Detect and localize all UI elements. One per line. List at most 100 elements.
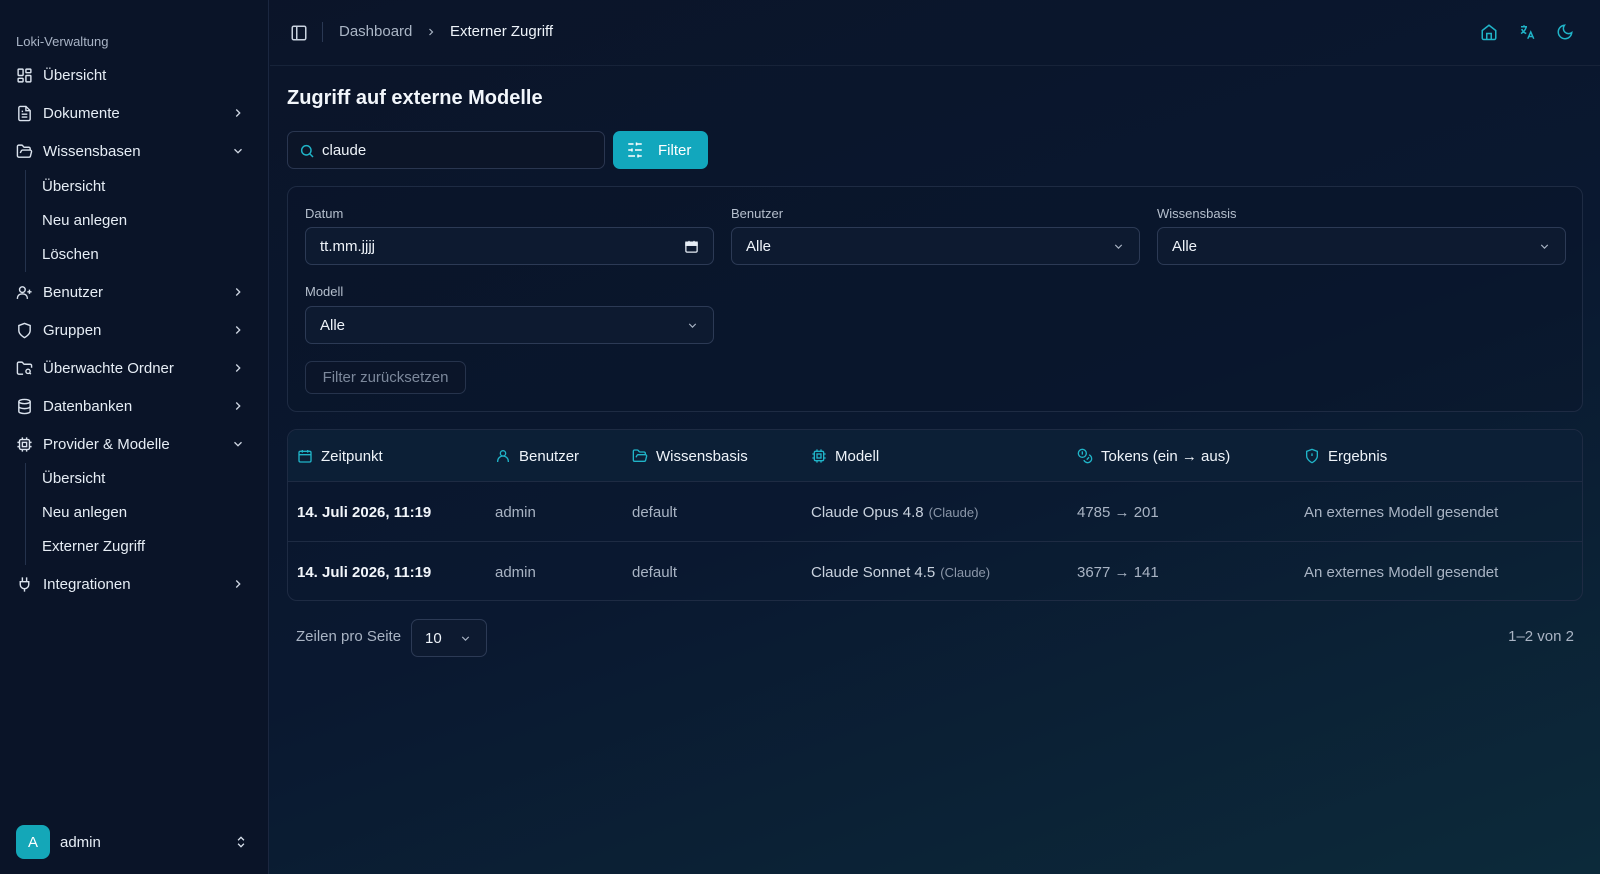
chevron-down-icon xyxy=(688,323,697,328)
column-tokens[interactable]: Tokens (ein → aus) xyxy=(1077,430,1230,482)
sidebar-item-label: Provider & Modelle xyxy=(43,435,170,453)
filter-panel: Datum tt.mm.jjjj Benutzer Alle Wissensba… xyxy=(287,186,1583,412)
topbar-divider xyxy=(322,22,323,42)
rows-per-page-value: 10 xyxy=(425,629,442,647)
filter-button-label: Filter xyxy=(658,141,692,159)
sidebar-item-benutzer[interactable]: Benutzer xyxy=(8,276,253,308)
filter-button[interactable]: Filter xyxy=(613,131,708,169)
submenu-line xyxy=(25,170,26,272)
submenu-line xyxy=(25,463,26,565)
sidebar-group-label: Loki-Verwaltung xyxy=(16,34,109,49)
sidebar: Loki-Verwaltung Übersicht Dokumente Wiss… xyxy=(0,0,269,874)
sidebar-item-uebersicht[interactable]: Übersicht xyxy=(8,59,253,91)
benutzer-label: Benutzer xyxy=(731,206,784,221)
page-title: Zugriff auf externe Modelle xyxy=(287,87,543,109)
folder-open-icon xyxy=(16,143,33,158)
submenu-item-neu-anlegen[interactable]: Neu anlegen xyxy=(42,498,127,526)
sidebar-item-label: Wissensbasen xyxy=(43,142,141,160)
submenu-item-uebersicht[interactable]: Übersicht xyxy=(42,464,105,492)
breadcrumb-dashboard[interactable]: Dashboard xyxy=(339,23,412,40)
cell-modell: Claude Opus 4.8 (Claude) xyxy=(811,482,978,542)
column-wissensbasis[interactable]: Wissensbasis xyxy=(632,430,748,482)
cpu-icon xyxy=(812,449,826,463)
reset-filter-button[interactable]: Filter zurücksetzen xyxy=(305,361,466,394)
search-input[interactable] xyxy=(322,132,592,168)
calendar-icon[interactable] xyxy=(684,239,699,254)
chevron-down-icon xyxy=(461,636,470,641)
benutzer-select-value: Alle xyxy=(746,237,772,255)
document-icon xyxy=(18,105,31,121)
sidebar-toggle-icon[interactable] xyxy=(290,24,308,42)
rows-per-page-select[interactable]: 10 xyxy=(411,619,487,657)
modell-label: Modell xyxy=(305,284,344,299)
sidebar-item-label: Gruppen xyxy=(43,321,102,339)
column-label: Tokens (ein → aus) xyxy=(1101,447,1231,465)
search-field[interactable] xyxy=(287,131,605,169)
submenu-item-externer-zugriff[interactable]: Externer Zugriff xyxy=(42,532,145,560)
sidebar-item-gruppen[interactable]: Gruppen xyxy=(8,314,253,346)
chevron-right-icon xyxy=(235,288,241,296)
sidebar-item-label: Dokumente xyxy=(43,104,120,122)
sidebar-item-datenbanken[interactable]: Datenbanken xyxy=(8,390,253,422)
sidebar-item-label: Übersicht xyxy=(43,66,107,84)
cell-ergebnis: An externes Modell gesendet xyxy=(1304,503,1499,521)
column-ergebnis[interactable]: Ergebnis xyxy=(1304,430,1387,482)
sidebar-item-label: Integrationen xyxy=(43,575,131,593)
translate-icon[interactable] xyxy=(1518,23,1536,41)
chevron-down-icon xyxy=(1540,244,1549,249)
database-icon xyxy=(18,398,31,414)
user-icon xyxy=(497,450,509,462)
search-icon xyxy=(300,144,314,158)
sidebar-item-label: Datenbanken xyxy=(43,397,133,415)
moon-icon[interactable] xyxy=(1556,23,1574,41)
benutzer-select[interactable]: Alle xyxy=(731,227,1140,265)
avatar: A xyxy=(16,825,50,859)
wissensbasis-select-value: Alle xyxy=(1172,237,1198,255)
datum-placeholder: tt.mm.jjjj xyxy=(320,237,375,255)
chevron-right-icon xyxy=(235,580,241,588)
cell-zeitpunkt: 14. Juli 2026, 11:19 xyxy=(297,503,432,521)
shield-alert-icon xyxy=(1306,448,1318,464)
folder-open-icon xyxy=(632,449,648,462)
column-label: Wissensbasis xyxy=(656,447,748,465)
table-row[interactable]: 14. Juli 2026, 11:19 admin default Claud… xyxy=(288,542,1582,600)
column-label: Zeitpunkt xyxy=(321,447,383,465)
column-benutzer[interactable]: Benutzer xyxy=(495,430,579,482)
cell-benutzer: admin xyxy=(495,563,536,581)
submenu-item-loeschen[interactable]: Löschen xyxy=(42,240,99,268)
sidebar-item-wissensbasen[interactable]: Wissensbasen xyxy=(8,135,253,167)
calendar-icon xyxy=(298,450,312,463)
table-row[interactable]: 14. Juli 2026, 11:19 admin default Claud… xyxy=(288,482,1582,542)
cell-benutzer: admin xyxy=(495,503,536,521)
user-name: admin xyxy=(60,833,101,851)
wissensbasis-select[interactable]: Alle xyxy=(1157,227,1566,265)
column-label: Modell xyxy=(835,447,880,465)
modell-select[interactable]: Alle xyxy=(305,306,714,344)
submenu-item-neu-anlegen[interactable]: Neu anlegen xyxy=(42,206,127,234)
submenu-item-uebersicht[interactable]: Übersicht xyxy=(42,172,105,200)
sidebar-item-dokumente[interactable]: Dokumente xyxy=(8,97,253,129)
chevron-down-icon xyxy=(234,441,242,447)
cell-tokens: 3677 → 141 xyxy=(1077,563,1159,581)
column-zeitpunkt[interactable]: Zeitpunkt xyxy=(297,430,383,482)
sliders-icon xyxy=(628,142,642,158)
column-modell[interactable]: Modell xyxy=(811,430,879,482)
sidebar-item-ueberwachte-ordner[interactable]: Überwachte Ordner xyxy=(8,352,253,384)
sidebar-item-provider-modelle[interactable]: Provider & Modelle xyxy=(8,428,253,460)
dashboard-grid-icon xyxy=(17,67,32,83)
cell-tokens: 4785 → 201 xyxy=(1077,503,1159,521)
chevron-right-icon xyxy=(235,402,241,410)
sidebar-item-integrationen[interactable]: Integrationen xyxy=(8,568,253,600)
cell-wissensbasis: default xyxy=(632,503,678,521)
cell-ergebnis: An externes Modell gesendet xyxy=(1304,563,1499,581)
home-icon[interactable] xyxy=(1480,23,1498,41)
plug-icon xyxy=(19,576,30,592)
wissensbasis-label: Wissensbasis xyxy=(1157,206,1237,221)
access-table: Zeitpunkt Benutzer Wissensbasis Modell T… xyxy=(287,429,1583,601)
datum-field[interactable]: tt.mm.jjjj xyxy=(305,227,714,265)
chevrons-up-down-icon xyxy=(237,836,245,848)
model-provider: (Claude) xyxy=(940,564,991,580)
folder-search-icon xyxy=(16,360,33,375)
user-menu[interactable]: A admin xyxy=(16,825,256,859)
sidebar-item-label: Benutzer xyxy=(43,283,104,301)
